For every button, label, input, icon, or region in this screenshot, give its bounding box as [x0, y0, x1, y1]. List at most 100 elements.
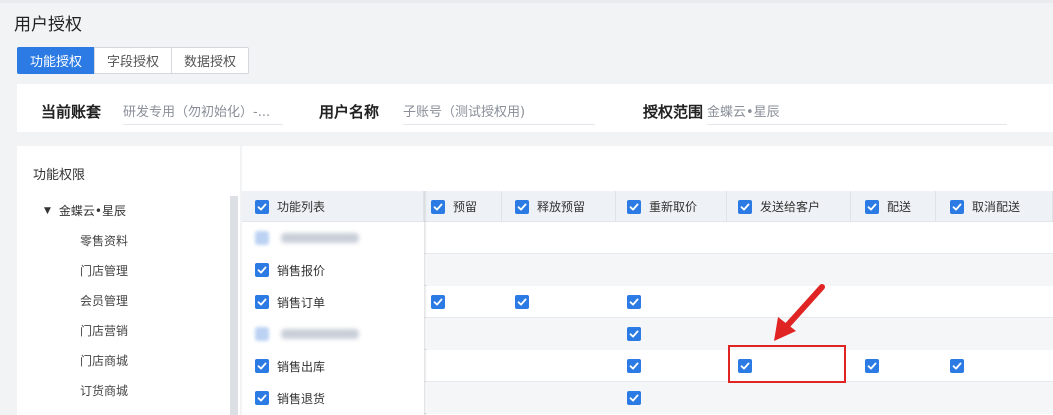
user-field[interactable]: 子账号（测试授权用) [403, 101, 595, 125]
table-row[interactable] [242, 318, 1053, 350]
page-title: 用户授权 [14, 15, 82, 35]
account-label: 当前账套 [41, 103, 102, 121]
redacted-text [281, 329, 359, 339]
column-header-label: 释放预留 [537, 200, 586, 214]
red-arrow-icon [774, 284, 825, 341]
check-icon [867, 203, 877, 210]
permission-checkbox[interactable] [627, 359, 641, 373]
grid-header: 功能列表 预留 释放预留 重新取价 发送给客户 配送 取消配送 [242, 191, 1053, 222]
column-header: 取消配送 [936, 191, 1053, 222]
permission-tree-panel: 功能权限 ▼ 金蝶云•星辰 零售资料 门店管理 会员管理 门店营销 门店商城 订… [17, 146, 240, 415]
permission-checkbox[interactable] [515, 295, 529, 309]
function-name-cell: 销售订单 [242, 286, 424, 318]
column-header-label: 预留 [453, 200, 478, 214]
tab-data-auth[interactable]: 数据授权 [171, 47, 250, 74]
function-name-cell [242, 222, 424, 254]
check-icon [257, 362, 267, 370]
tree-item[interactable]: 会员管理 [80, 292, 128, 309]
account-field[interactable]: 研发专用（勿初始化）-... [123, 101, 283, 125]
top-band [0, 0, 1053, 3]
column-header: 功能列表 [242, 191, 424, 222]
column-select-all-checkbox[interactable] [431, 199, 445, 214]
function-name-cell [242, 318, 424, 350]
column-header: 配送 [851, 191, 936, 222]
permission-checkbox[interactable] [627, 295, 641, 309]
redacted-checkbox [255, 327, 269, 341]
table-row[interactable] [242, 222, 1053, 254]
fixed-column-shadow [424, 191, 427, 222]
column-header: 释放预留 [502, 191, 616, 222]
check-icon [629, 394, 639, 402]
fixed-column-shadow [424, 222, 427, 415]
caret-down-icon[interactable]: ▼ [44, 206, 51, 216]
tree-root-label: 金蝶云•星辰 [58, 204, 127, 218]
annotation-highlight-box [728, 345, 846, 383]
check-icon [952, 362, 962, 370]
check-icon [629, 330, 639, 338]
column-header-label: 配送 [887, 200, 912, 214]
tab-field-auth[interactable]: 字段授权 [94, 47, 173, 74]
check-icon [433, 298, 443, 306]
column-header-label: 功能列表 [277, 200, 326, 214]
tree-scrollbar[interactable] [230, 196, 238, 415]
filter-bar: 当前账套 研发专用（勿初始化）-... 用户名称 子账号（测试授权用) 授权范围… [17, 84, 1053, 132]
permission-checkbox[interactable] [950, 359, 964, 373]
column-select-all-checkbox[interactable] [515, 199, 529, 214]
column-header: 发送给客户 [727, 191, 851, 222]
table-row[interactable]: 销售出库 [242, 350, 1053, 382]
permission-tree-title: 功能权限 [33, 168, 86, 183]
function-name-cell: 销售出库 [242, 350, 424, 382]
row-background [427, 254, 1053, 286]
row-checkbox[interactable] [255, 359, 269, 373]
function-name-cell: 销售退货 [242, 382, 424, 414]
table-row[interactable]: 销售报价 [242, 254, 1053, 286]
scope-field[interactable]: 金蝶云•星辰 [707, 101, 1007, 125]
permission-checkbox[interactable] [627, 391, 641, 405]
column-select-all-checkbox[interactable] [865, 199, 879, 214]
permission-grid: 功能列表 预留 释放预留 重新取价 发送给客户 配送 取消配送 销售报价销售订单销售出库销售… [242, 146, 1053, 415]
redacted-checkbox [255, 231, 269, 245]
check-icon [433, 203, 443, 210]
function-name: 销售报价 [277, 263, 326, 278]
tree-item[interactable]: 订货商城 [80, 382, 128, 399]
scope-label: 授权范围 [643, 103, 704, 121]
column-header-label: 重新取价 [649, 200, 698, 214]
column-header: 预留 [424, 191, 502, 222]
user-label: 用户名称 [319, 103, 380, 121]
check-icon [517, 203, 527, 210]
function-name: 销售订单 [277, 295, 326, 310]
permission-checkbox[interactable] [431, 295, 445, 309]
redacted-text [281, 233, 359, 243]
table-row[interactable]: 销售订单 [242, 286, 1053, 318]
tree-item[interactable]: 门店管理 [80, 262, 128, 279]
tree-item[interactable]: 门店商城 [80, 352, 128, 369]
tree-root[interactable]: ▼ 金蝶云•星辰 [44, 202, 126, 219]
tab-bar: 功能授权 字段授权 数据授权 [17, 47, 250, 74]
function-name: 销售退货 [277, 391, 326, 406]
check-icon [257, 266, 267, 274]
function-name-cell: 销售报价 [242, 254, 424, 286]
check-icon [629, 203, 639, 210]
table-row[interactable]: 销售退货 [242, 382, 1053, 414]
tree-item[interactable]: 门店营销 [80, 322, 128, 339]
permission-checkbox[interactable] [627, 327, 641, 341]
column-select-all-checkbox[interactable] [738, 199, 752, 214]
permission-checkbox[interactable] [865, 359, 879, 373]
row-checkbox[interactable] [255, 295, 269, 309]
column-select-all-checkbox[interactable] [950, 199, 964, 214]
column-select-all-checkbox[interactable] [627, 199, 641, 214]
column-header: 重新取价 [616, 191, 727, 222]
row-checkbox[interactable] [255, 263, 269, 277]
check-icon [740, 203, 750, 210]
column-select-all-checkbox[interactable] [255, 199, 269, 214]
column-header-label: 发送给客户 [760, 200, 821, 214]
check-icon [257, 298, 267, 306]
row-background [427, 222, 1053, 254]
column-header-label: 取消配送 [972, 200, 1021, 214]
tree-item[interactable]: 零售资料 [80, 232, 128, 249]
tab-function-auth[interactable]: 功能授权 [17, 47, 96, 74]
row-background [427, 382, 1053, 414]
row-checkbox[interactable] [255, 391, 269, 405]
check-icon [629, 362, 639, 370]
check-icon [257, 203, 267, 210]
